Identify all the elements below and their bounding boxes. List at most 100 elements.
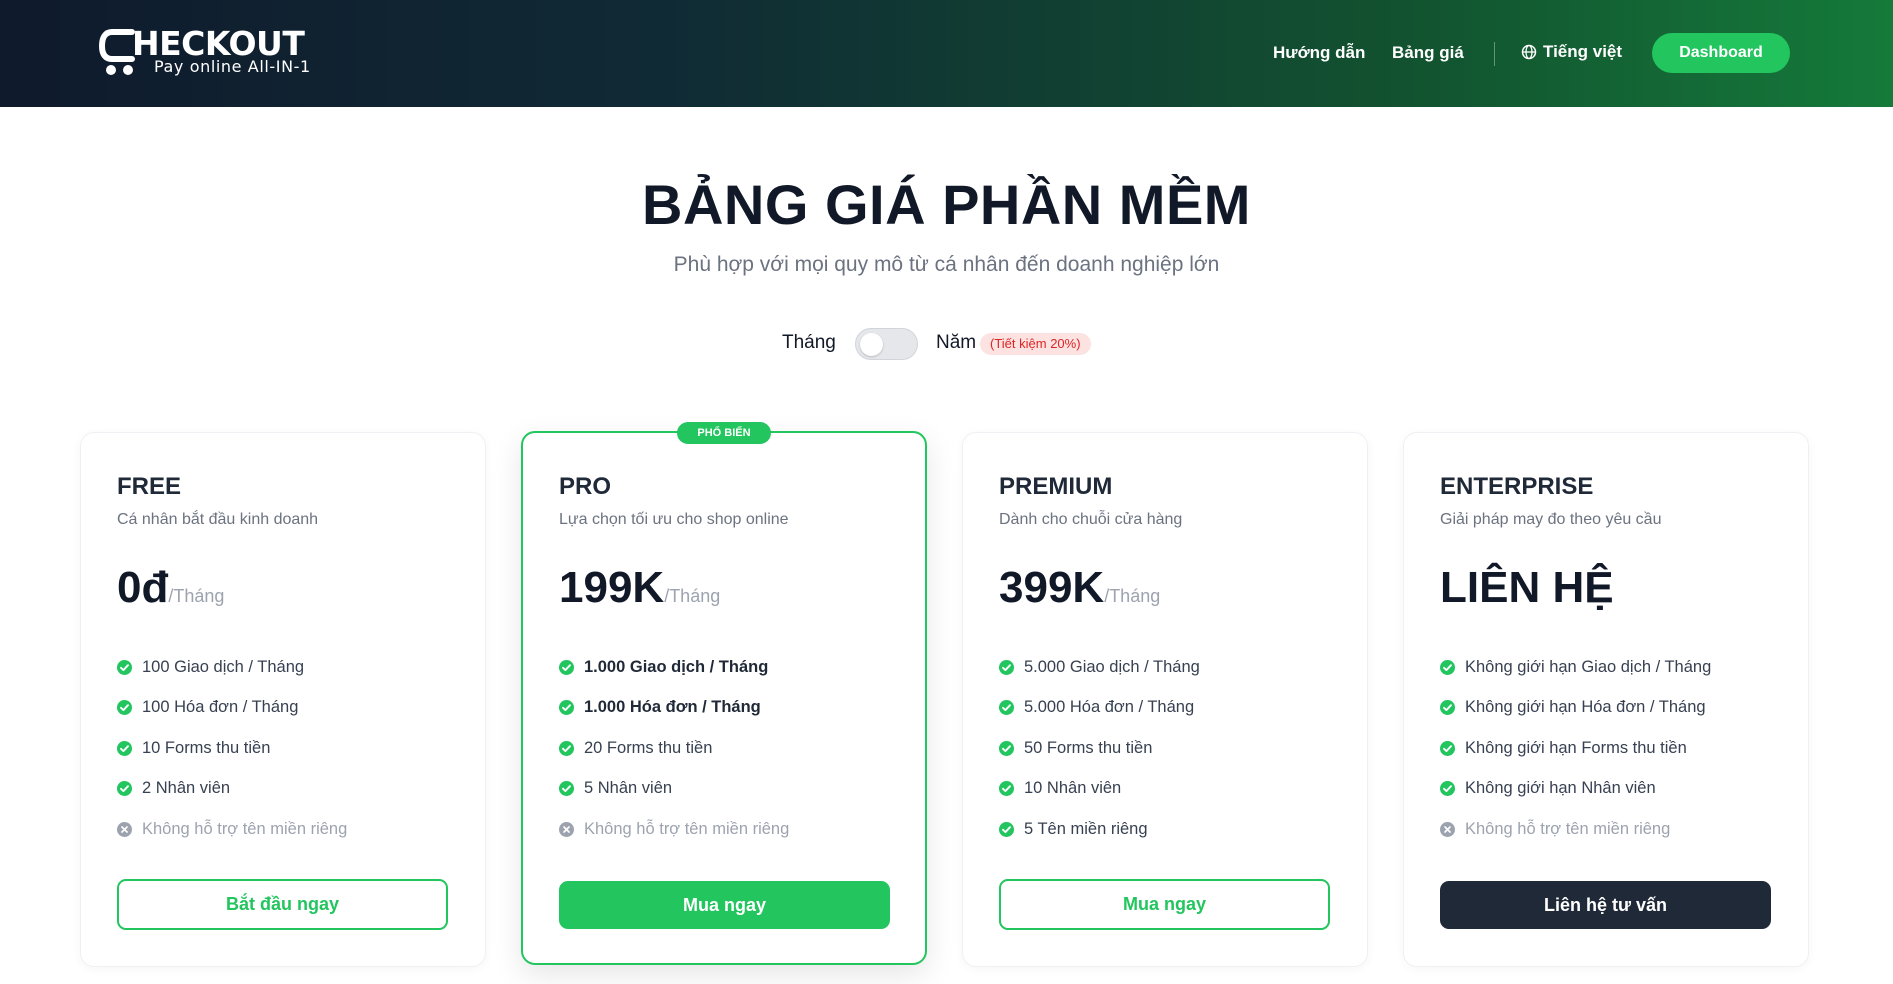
plan-name: FREE [117,473,182,500]
pro-buy-button[interactable]: Mua ngay [559,881,890,929]
check-circle-icon [999,700,1014,716]
plan-price: 0đ [117,563,169,612]
check-circle-icon [1440,659,1455,675]
feature-text: 5.000 Giao dịch / Tháng [1024,657,1200,676]
language-label: Tiếng việt [1543,42,1623,61]
feature-item: Không hỗ trợ tên miền riêng [1440,809,1711,850]
plan-price-row: 0đ/Tháng [117,563,224,613]
plan-card-premium: PREMIUM Dành cho chuỗi cửa hàng 399K/Thá… [962,432,1368,967]
feature-text: Không hỗ trợ tên miền riêng [142,819,348,838]
plan-name: ENTERPRISE [1440,473,1594,500]
plan-name: PREMIUM [999,473,1113,500]
toggle-knob [860,333,883,356]
check-circle-icon [559,700,574,716]
plan-price-row: LIÊN HỆ [1440,563,1614,613]
check-circle-icon [1440,781,1455,797]
feature-item: 1.000 Giao dịch / Tháng [559,647,789,688]
feature-item: 20 Forms thu tiền [559,728,789,769]
free-start-button[interactable]: Bắt đầu ngay [117,879,448,930]
plan-price-row: 199K/Tháng [559,563,720,613]
feature-text: Không hỗ trợ tên miền riêng [584,819,790,838]
feature-list: 1.000 Giao dịch / Tháng 1.000 Hóa đơn / T… [559,647,789,850]
plan-description: Dành cho chuỗi cửa hàng [999,511,1183,528]
plan-price: 399K [999,563,1105,612]
plan-card-free: FREE Cá nhân bắt đầu kinh doanh 0đ/Tháng… [80,432,486,967]
feature-item: 50 Forms thu tiền [999,728,1200,769]
feature-text: Không giới hạn Forms thu tiền [1465,738,1687,757]
feature-text: 1.000 Hóa đơn / Tháng [584,698,761,717]
feature-text: 10 Forms thu tiền [142,738,271,757]
plan-price: 199K [559,563,665,612]
plan-period: /Tháng [1104,586,1161,606]
plan-period: /Tháng [168,586,225,606]
feature-item: 1.000 Hóa đơn / Tháng [559,688,789,729]
yearly-label[interactable]: Năm [936,332,976,354]
check-circle-icon [559,781,574,797]
feature-text: Không hỗ trợ tên miền riêng [1465,819,1671,838]
feature-text: Không giới hạn Giao dịch / Tháng [1465,657,1712,676]
feature-text: 50 Forms thu tiền [1024,738,1153,757]
plan-card-enterprise: ENTERPRISE Giải pháp may đo theo yêu cầu… [1403,432,1809,967]
plan-description: Giải pháp may đo theo yêu cầu [1440,511,1662,528]
plan-card-pro: PHỔ BIẾN PRO Lựa chọn tối ưu cho shop on… [521,422,927,965]
premium-buy-button[interactable]: Mua ngay [999,879,1330,930]
feature-item: Không hỗ trợ tên miền riêng [559,809,789,850]
feature-item: 5.000 Giao dịch / Tháng [999,647,1200,688]
check-circle-icon [117,781,132,797]
feature-text: 10 Nhân viên [1024,779,1122,798]
language-selector[interactable]: Tiếng việt [1521,42,1622,62]
page-subtitle: Phù hợp với mọi quy mô từ cá nhân đến do… [673,253,1220,276]
check-circle-icon [559,740,574,756]
feature-item: Không giới hạn Hóa đơn / Tháng [1440,688,1711,729]
globe-icon [1521,44,1537,60]
page-title: BẢNG GIÁ PHẦN MỀM [642,173,1251,236]
x-circle-icon [1440,821,1455,837]
feature-text: 20 Forms thu tiền [584,738,713,757]
plan-price: LIÊN HỆ [1440,563,1614,612]
check-circle-icon [117,700,132,716]
check-circle-icon [999,781,1014,797]
plan-description: Cá nhân bắt đầu kinh doanh [117,511,319,528]
feature-item: Không giới hạn Nhân viên [1440,769,1711,810]
feature-item: 10 Forms thu tiền [117,728,347,769]
top-header: HECKOUT Pay online All-IN-1 Hướng dẫn Bả… [0,0,1893,107]
feature-list: 100 Giao dịch / Tháng 100 Hóa đơn / Tháng… [117,647,347,850]
check-circle-icon [117,740,132,756]
feature-text: 5 Tên miền riêng [1024,819,1148,838]
feature-text: 1.000 Giao dịch / Tháng [584,657,769,676]
x-circle-icon [559,821,574,837]
feature-text: 5 Nhân viên [584,779,673,798]
feature-item: 5 Tên miền riêng [999,809,1200,850]
feature-item: 5.000 Hóa đơn / Tháng [999,688,1200,729]
plan-name: PRO [559,473,612,500]
plan-price-row: 399K/Tháng [999,563,1160,613]
billing-toggle[interactable] [855,328,918,360]
logo-tagline: Pay online All-IN-1 [154,57,311,76]
feature-item: Không hỗ trợ tên miền riêng [117,809,347,850]
feature-item: 100 Giao dịch / Tháng [117,647,347,688]
popular-badge: PHỔ BIẾN [677,422,771,444]
check-circle-icon [999,740,1014,756]
feature-list: 5.000 Giao dịch / Tháng 5.000 Hóa đơn / T… [999,647,1200,850]
feature-item: 100 Hóa đơn / Tháng [117,688,347,729]
checkout-logo[interactable]: HECKOUT Pay online All-IN-1 [98,24,318,82]
dashboard-button[interactable]: Dashboard [1652,33,1790,73]
check-circle-icon [559,659,574,675]
nav-divider [1494,42,1495,66]
nav-pricing-link[interactable]: Bảng giá [1392,43,1464,63]
feature-text: 5.000 Hóa đơn / Tháng [1024,698,1195,717]
x-circle-icon [117,821,132,837]
check-circle-icon [1440,700,1455,716]
check-circle-icon [1440,740,1455,756]
savings-badge: (Tiết kiệm 20%) [980,333,1091,355]
nav-guide-link[interactable]: Hướng dẫn [1273,43,1365,63]
feature-text: 2 Nhân viên [142,779,231,798]
billing-period-switch: Tháng Năm (Tiết kiệm 20%) [0,326,1893,360]
feature-text: Không giới hạn Hóa đơn / Tháng [1465,698,1706,717]
feature-item: Không giới hạn Giao dịch / Tháng [1440,647,1711,688]
check-circle-icon [999,821,1014,837]
feature-text: Không giới hạn Nhân viên [1465,779,1656,798]
enterprise-contact-button[interactable]: Liên hệ tư vấn [1440,881,1771,929]
plan-period: /Tháng [664,586,721,606]
monthly-label[interactable]: Tháng [782,332,836,354]
